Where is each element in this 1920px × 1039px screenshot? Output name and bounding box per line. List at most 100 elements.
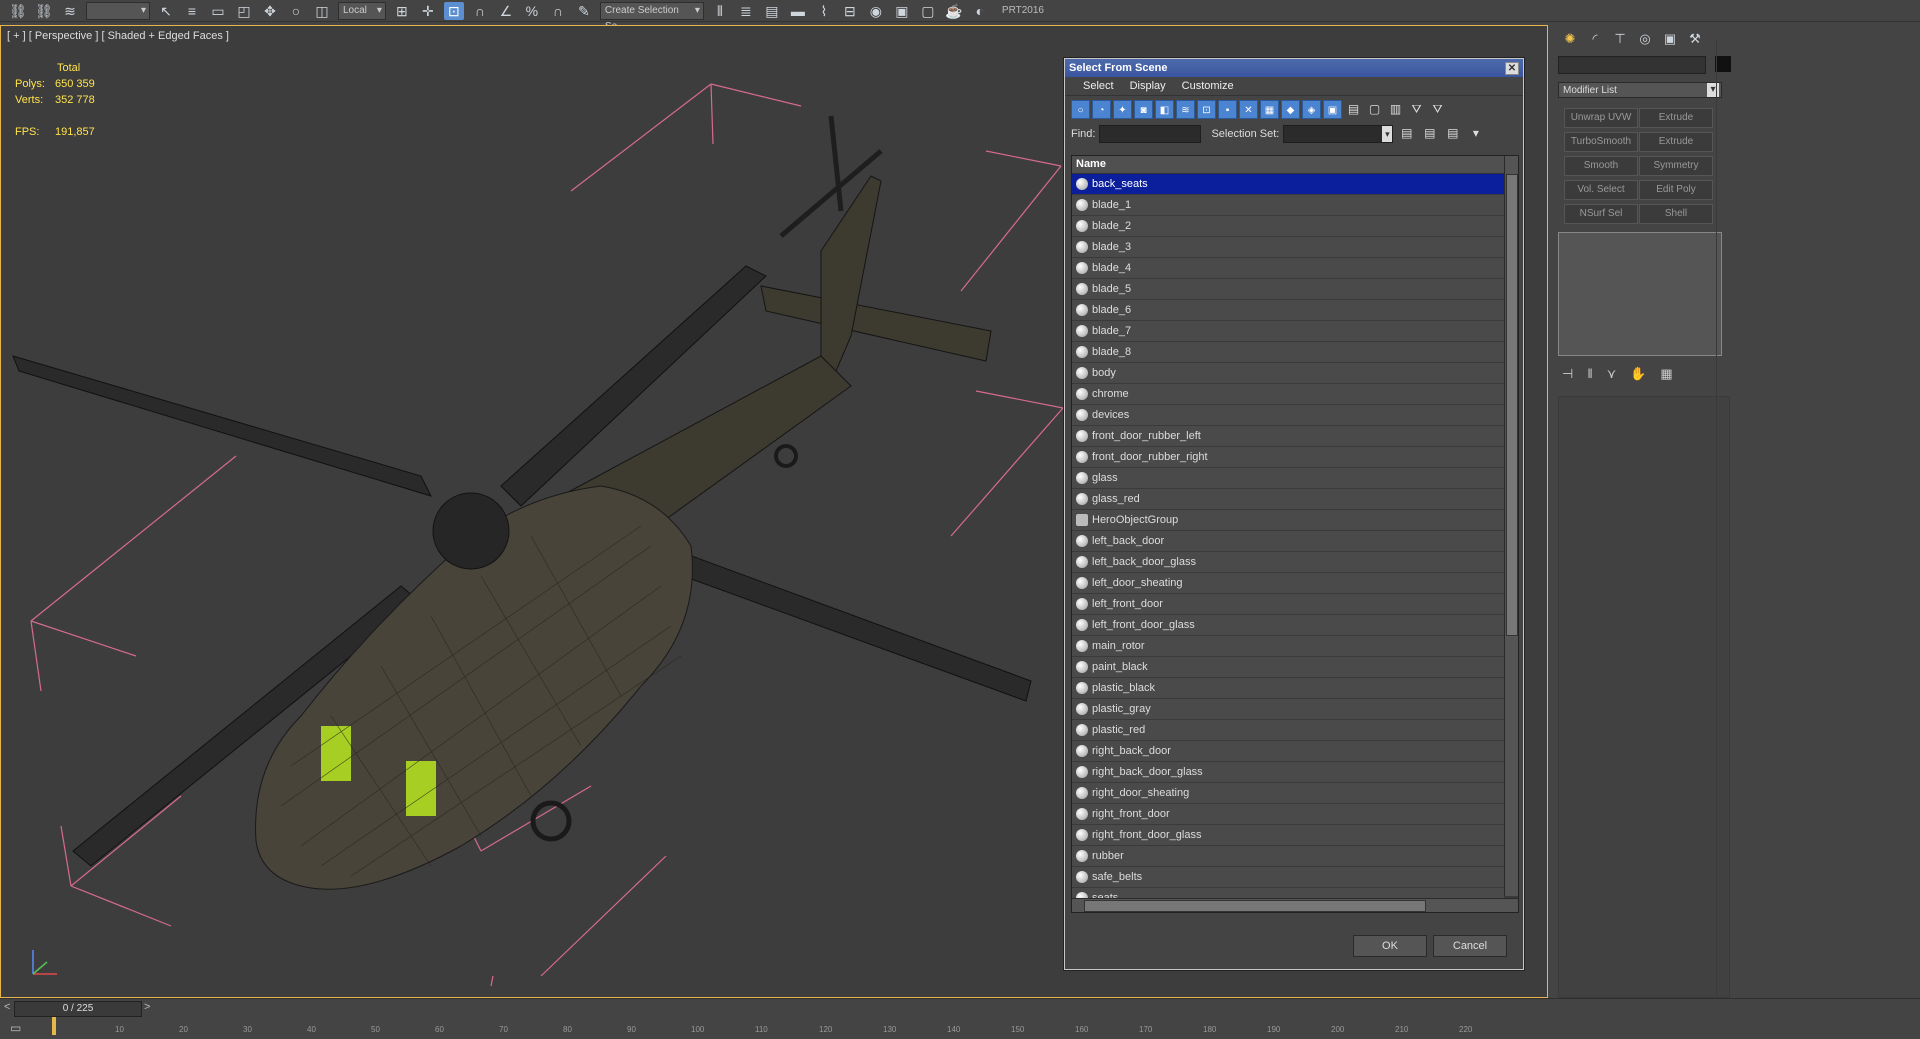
filter-options-icon[interactable]: ⛛ <box>1428 100 1447 119</box>
vertical-scroll-thumb[interactable] <box>1506 174 1518 636</box>
list-item[interactable]: right_front_door_glass <box>1072 825 1504 846</box>
bind-space-warp-icon[interactable]: ≋ <box>60 2 80 20</box>
list-item[interactable]: right_back_door <box>1072 741 1504 762</box>
list-item[interactable]: devices <box>1072 405 1504 426</box>
horizontal-scrollbar[interactable] <box>1072 898 1518 912</box>
remove-modifier-icon[interactable]: ✋ <box>1630 366 1646 382</box>
rotate-icon[interactable]: ○ <box>286 2 306 20</box>
chevron-down-icon[interactable]: ▾ <box>1466 124 1485 143</box>
nsurf-sel-button[interactable]: NSurf Sel <box>1564 204 1638 224</box>
list-item[interactable]: left_back_door <box>1072 531 1504 552</box>
all-filter-icon[interactable]: ▣ <box>1323 99 1342 119</box>
toggle-ribbon-icon[interactable]: ▬ <box>788 2 808 20</box>
unlink-icon[interactable]: ⛓ <box>34 2 54 20</box>
list-item[interactable]: right_door_sheating <box>1072 783 1504 804</box>
list-item[interactable]: plastic_red <box>1072 720 1504 741</box>
save-selection-set-icon[interactable]: ▤ <box>1397 124 1416 143</box>
containers-filter-icon[interactable]: ▦ <box>1260 99 1279 119</box>
list-item[interactable]: left_front_door <box>1072 594 1504 615</box>
list-item[interactable]: right_back_door_glass <box>1072 762 1504 783</box>
xrefs-filter-icon[interactable]: ▪ <box>1218 99 1237 119</box>
list-item[interactable]: HeroObjectGroup <box>1072 510 1504 531</box>
move-icon[interactable]: ✥ <box>260 2 280 20</box>
utilities-tab-icon[interactable]: ⚒ <box>1685 30 1705 48</box>
list-item[interactable]: left_back_door_glass <box>1072 552 1504 573</box>
material-editor-icon[interactable]: ◉ <box>866 2 886 20</box>
time-slider[interactable]: 0 / 225 <box>14 1001 142 1017</box>
list-item[interactable]: glass <box>1072 468 1504 489</box>
rect-region-icon[interactable]: ▭ <box>208 2 228 20</box>
dialog-title[interactable]: Select From Scene ✕ <box>1065 59 1523 77</box>
curve-editor-icon[interactable]: ⌇ <box>814 2 834 20</box>
cancel-button[interactable]: Cancel <box>1433 935 1507 957</box>
edit-named-sel-icon[interactable]: ✎ <box>574 2 594 20</box>
align-icon[interactable]: ≣ <box>736 2 756 20</box>
make-unique-icon[interactable]: ⋎ <box>1607 366 1617 382</box>
selection-filter-dropdown[interactable] <box>86 1 150 20</box>
list-item[interactable]: blade_7 <box>1072 321 1504 342</box>
schematic-view-icon[interactable]: ⊟ <box>840 2 860 20</box>
close-icon[interactable]: ✕ <box>1505 62 1519 75</box>
list-item[interactable]: blade_8 <box>1072 342 1504 363</box>
lights-filter-icon[interactable]: ✦ <box>1113 99 1132 119</box>
list-item[interactable]: paint_black <box>1072 657 1504 678</box>
list-item[interactable]: blade_1 <box>1072 195 1504 216</box>
angle-snap-icon[interactable]: ∠ <box>496 2 516 20</box>
list-item[interactable]: back_seats <box>1072 174 1504 195</box>
cameras-filter-icon[interactable]: ◙ <box>1134 99 1153 119</box>
link-icon[interactable]: ⛓ <box>8 2 28 20</box>
select-invert-icon[interactable]: ▥ <box>1386 100 1405 119</box>
pivot-icon[interactable]: ⊞ <box>392 2 412 20</box>
list-item[interactable]: plastic_black <box>1072 678 1504 699</box>
list-item[interactable]: safe_belts <box>1072 867 1504 888</box>
shapes-filter-icon[interactable]: ◔ <box>1092 99 1111 119</box>
list-item[interactable]: rubber <box>1072 846 1504 867</box>
list-item[interactable]: main_rotor <box>1072 636 1504 657</box>
list-item[interactable]: blade_3 <box>1072 237 1504 258</box>
add-to-selection-set-icon[interactable]: ▤ <box>1420 124 1439 143</box>
pin-stack-icon[interactable]: ⊣ <box>1562 366 1573 382</box>
spinner-snap-icon[interactable]: ∩ <box>548 2 568 20</box>
named-selection-dropdown[interactable]: Create Selection Se <box>599 1 704 32</box>
smooth-button[interactable]: Smooth <box>1564 156 1638 176</box>
list-item[interactable]: blade_2 <box>1072 216 1504 237</box>
render-production-icon[interactable]: ☕ <box>944 2 964 20</box>
turbosmooth-button[interactable]: TurboSmooth <box>1564 132 1638 152</box>
shell-button[interactable]: Shell <box>1639 204 1713 224</box>
create-tab-icon[interactable]: ✺ <box>1560 30 1580 48</box>
viewport-label[interactable]: [ + ] [ Perspective ] [ Shaded + Edged F… <box>7 30 229 42</box>
list-item[interactable]: glass_red <box>1072 489 1504 510</box>
manipulate-icon[interactable]: ✛ <box>418 2 438 20</box>
mini-listener-icon[interactable]: ▭ <box>10 1021 32 1035</box>
list-item[interactable]: left_door_sheating <box>1072 573 1504 594</box>
render-frame-icon[interactable]: ▢ <box>918 2 938 20</box>
show-end-result-icon[interactable]: ‖ <box>1587 366 1592 382</box>
display-tab-icon[interactable]: ▣ <box>1660 30 1680 48</box>
groups-filter-icon[interactable]: ⊡ <box>1197 99 1216 119</box>
scale-icon[interactable]: ◫ <box>312 2 332 20</box>
select-object-icon[interactable]: ↖ <box>156 2 176 20</box>
next-frame-icon[interactable]: > <box>144 1001 150 1013</box>
list-item[interactable]: front_door_rubber_left <box>1072 426 1504 447</box>
geometry-filter-icon[interactable]: ○ <box>1071 99 1090 119</box>
select-all-icon[interactable]: ▤ <box>1344 100 1363 119</box>
render-setup-icon[interactable]: ▣ <box>892 2 912 20</box>
selection-set-dropdown[interactable] <box>1283 124 1394 143</box>
list-item[interactable]: left_front_door_glass <box>1072 615 1504 636</box>
list-item[interactable]: body <box>1072 363 1504 384</box>
list-item[interactable]: blade_4 <box>1072 258 1504 279</box>
configure-sets-icon[interactable]: ▦ <box>1660 366 1672 382</box>
menu-display[interactable]: Display <box>1130 80 1166 92</box>
bones-filter-icon[interactable]: ✕ <box>1239 99 1258 119</box>
edit-poly-button[interactable]: Edit Poly <box>1639 180 1713 200</box>
reference-coord-dropdown[interactable]: Local <box>338 1 386 20</box>
hierarchy-tab-icon[interactable]: ⊤ <box>1610 30 1630 48</box>
layer-explorer-icon[interactable]: ▤ <box>762 2 782 20</box>
percent-snap-icon[interactable]: % <box>522 2 542 20</box>
render-iterative-icon[interactable]: ◐ <box>970 2 990 20</box>
remove-from-selection-set-icon[interactable]: ▤ <box>1443 124 1462 143</box>
list-item[interactable]: blade_5 <box>1072 279 1504 300</box>
select-by-name-icon[interactable]: ≡ <box>182 2 202 20</box>
menu-customize[interactable]: Customize <box>1182 80 1234 92</box>
frozen-filter-icon[interactable]: ◆ <box>1281 99 1300 119</box>
